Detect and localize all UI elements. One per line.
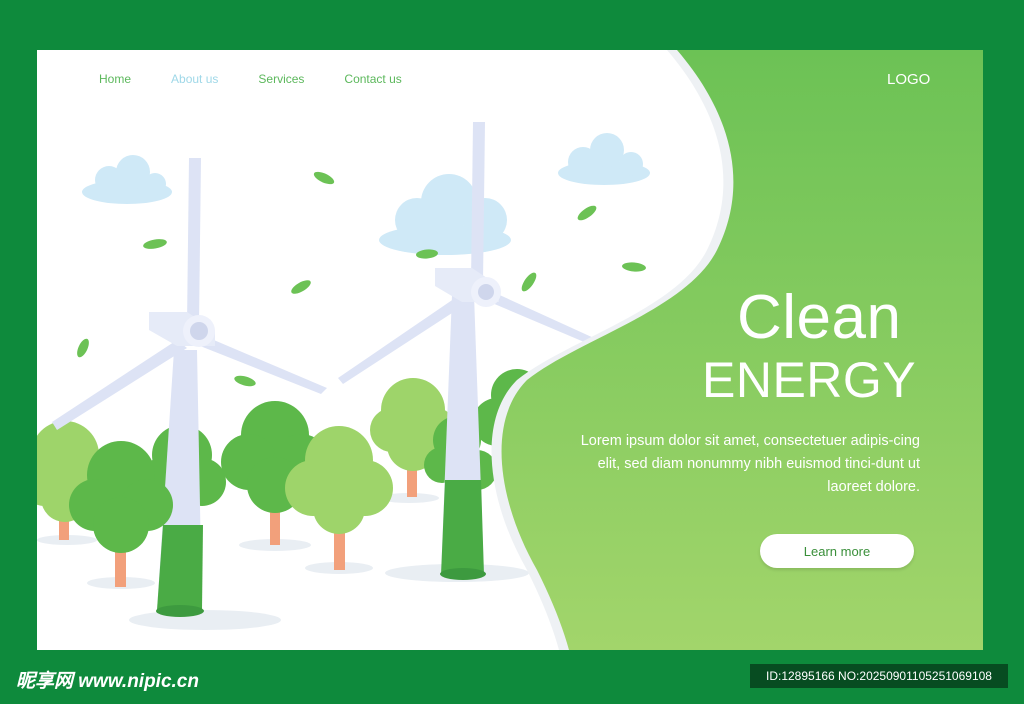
watermark-id: ID:12895166 NO:20250901105251069108	[750, 664, 1008, 688]
cloud-icon	[379, 174, 511, 255]
hero-subtitle: ENERGY	[702, 352, 917, 408]
hero-title: Clean	[737, 283, 902, 352]
logo[interactable]: LOGO	[887, 71, 930, 88]
cloud-icon	[558, 133, 650, 185]
nav-about-us[interactable]: About us	[171, 72, 218, 86]
cloud-icon	[82, 155, 172, 204]
top-nav: Home About us Services Contact us	[99, 72, 442, 86]
learn-more-button[interactable]: Learn more	[760, 534, 914, 568]
nav-services[interactable]: Services	[258, 72, 304, 86]
nav-contact-us[interactable]: Contact us	[344, 72, 401, 86]
watermark-site: 昵享网 www.nipic.cn	[16, 671, 199, 692]
landing-frame: Home About us Services Contact us LOGO C…	[37, 50, 983, 650]
nav-home[interactable]: Home	[99, 72, 131, 86]
hero-description: Lorem ipsum dolor sit amet, consectetuer…	[580, 433, 920, 495]
